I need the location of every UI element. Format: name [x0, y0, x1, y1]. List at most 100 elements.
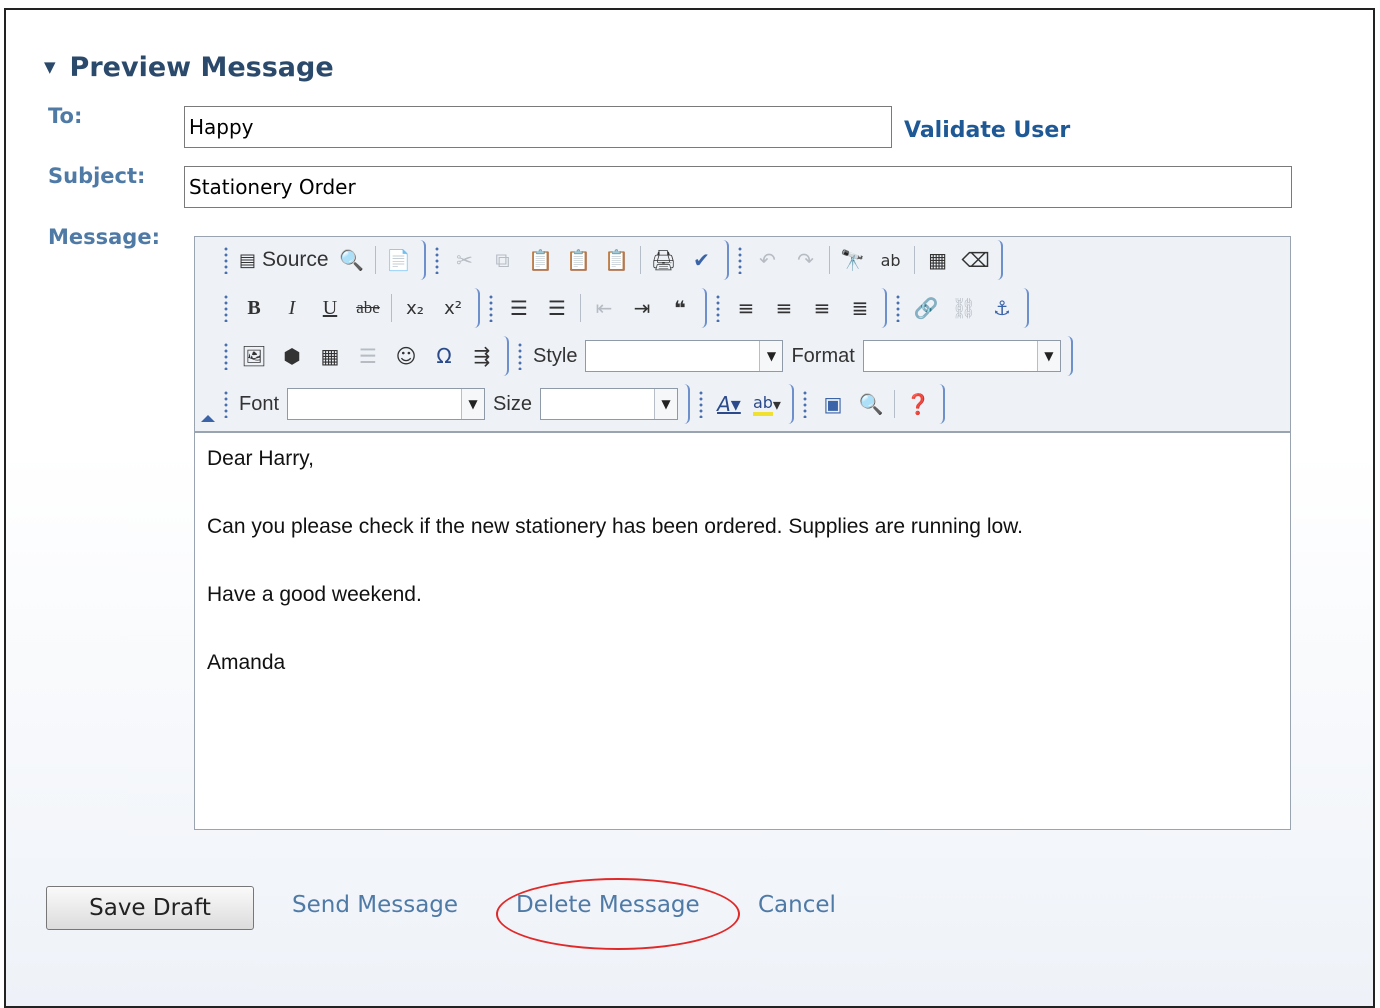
redo-icon[interactable]: ↷ [787, 244, 825, 276]
subscript-button[interactable]: x₂ [396, 292, 434, 324]
grip-icon[interactable] [223, 294, 229, 322]
paste-text-icon[interactable]: 📋 [560, 244, 598, 276]
to-field[interactable] [184, 106, 892, 148]
indent-icon[interactable]: ⇥ [623, 292, 661, 324]
undo-icon[interactable]: ↶ [749, 244, 787, 276]
flash-icon[interactable]: ⬢ [273, 340, 311, 372]
special-char-icon[interactable]: Ω [425, 340, 463, 372]
align-right-icon[interactable]: ≡ [803, 292, 841, 324]
horizontal-rule-icon[interactable]: ☰ [349, 340, 387, 372]
paste-word-icon[interactable]: 📋 [598, 244, 636, 276]
bold-button[interactable]: B [235, 292, 273, 324]
preview-icon[interactable]: 🔍 [333, 244, 371, 276]
templates-icon[interactable]: 📄 [380, 244, 418, 276]
spellcheck-icon[interactable]: ✔ [683, 244, 721, 276]
paste-icon[interactable]: 📋 [522, 244, 560, 276]
superscript-button[interactable]: x² [434, 292, 472, 324]
anchor-icon[interactable]: ⚓ [983, 292, 1021, 324]
collapse-toolbar-icon[interactable] [201, 415, 215, 422]
format-label: Format [791, 344, 855, 367]
grip-icon[interactable] [895, 294, 901, 322]
validate-user-link[interactable]: Validate User [904, 118, 1070, 143]
highlight-circle [496, 878, 740, 950]
select-all-icon[interactable]: ▦ [919, 244, 957, 276]
toolbar-row-4: Font ▼ Size ▼ A▾ ab ▾ ▣ 🔍 ❓ [221, 383, 951, 425]
copy-icon[interactable]: ⧉ [484, 244, 522, 276]
cancel-link[interactable]: Cancel [758, 892, 836, 918]
size-label: Size [493, 392, 532, 415]
chevron-down-icon[interactable]: ▼ [461, 389, 485, 419]
strike-button[interactable]: abe [349, 292, 387, 324]
editor-content-area[interactable]: Dear Harry, Can you please check if the … [195, 433, 1290, 829]
toolbar-group-undo: ↶ ↷ 🔭 ab ▦ ⌫ [735, 240, 1003, 280]
unlink-icon[interactable]: ⛓ [945, 292, 983, 324]
grip-icon[interactable] [433, 246, 440, 274]
help-icon[interactable]: ❓ [899, 388, 937, 420]
background-color-icon[interactable]: ab ▾ [748, 388, 786, 420]
grip-icon[interactable] [715, 294, 721, 322]
message-panel: ▼ Preview Message To: Validate User Subje… [4, 8, 1375, 1008]
grip-icon[interactable] [223, 390, 229, 418]
message-label: Message: [48, 225, 160, 249]
toolbar-group-colors: A▾ ab ▾ [696, 384, 794, 424]
page-break-icon[interactable]: ⇶ [463, 340, 501, 372]
image-icon[interactable]: 🖼 [235, 340, 273, 372]
show-blocks-icon[interactable]: 🔍 [852, 388, 890, 420]
source-button[interactable]: ▤ Source [235, 244, 333, 276]
message-line: Have a good weekend. [207, 583, 422, 606]
table-icon[interactable]: ▦ [311, 340, 349, 372]
toolbar-separator [893, 390, 895, 418]
smiley-icon[interactable]: ☺ [387, 340, 425, 372]
toolbar-group-align: ≡ ≡ ≡ ≣ [713, 288, 887, 328]
cut-icon[interactable]: ✂ [446, 244, 484, 276]
chevron-down-icon[interactable]: ▼ [653, 389, 677, 419]
toolbar-row-1: ▤ Source 🔍 📄 ✂ ⧉ 📋 📋 📋 🖨 ✔ ↶ ↷ 🔭 ab ▦ ⌫ [221, 239, 1009, 281]
text-color-icon[interactable]: A▾ [710, 388, 748, 420]
size-select[interactable]: ▼ [539, 388, 678, 420]
replace-icon[interactable]: ab [872, 244, 910, 276]
bulleted-list-icon[interactable]: ☰ [538, 292, 576, 324]
chevron-down-icon[interactable]: ▼ [1036, 341, 1060, 371]
print-icon[interactable]: 🖨 [645, 244, 683, 276]
source-icon: ▤ [239, 249, 257, 271]
chevron-down-icon[interactable]: ▼ [759, 341, 783, 371]
message-line: Dear Harry, [207, 447, 314, 470]
grip-icon[interactable] [736, 246, 743, 274]
toolbar-separator [374, 246, 376, 274]
toolbar-separator [580, 294, 581, 322]
remove-format-icon[interactable]: ⌫ [957, 244, 995, 276]
align-justify-icon[interactable]: ≣ [841, 292, 879, 324]
grip-icon[interactable] [801, 390, 808, 418]
save-draft-button[interactable]: Save Draft [46, 886, 254, 930]
font-select[interactable]: ▼ [287, 388, 486, 420]
subject-label: Subject: [48, 164, 146, 188]
toolbar-separator [639, 246, 641, 274]
grip-icon[interactable] [488, 294, 494, 322]
subject-field[interactable] [184, 166, 1292, 208]
toolbar-row-2: B I U abe x₂ x² ☰ ☰ ⇤ ⇥ ❝ ≡ ≡ ≡ ≣ 🔗 ⛓ ⚓ [221, 287, 1035, 329]
find-icon[interactable]: 🔭 [834, 244, 872, 276]
underline-button[interactable]: U [311, 292, 349, 324]
align-left-icon[interactable]: ≡ [727, 292, 765, 324]
message-line: Amanda [207, 651, 286, 674]
toolbar-group-styles: Style ▼ Format ▼ [515, 336, 1073, 376]
grip-icon[interactable] [223, 246, 229, 274]
blockquote-icon[interactable]: ❝ [661, 292, 699, 324]
triangle-down-icon[interactable]: ▼ [44, 58, 56, 76]
format-select[interactable]: ▼ [862, 340, 1061, 372]
grip-icon[interactable] [517, 342, 523, 370]
link-icon[interactable]: 🔗 [907, 292, 945, 324]
style-select[interactable]: ▼ [585, 340, 784, 372]
italic-button[interactable]: I [273, 292, 311, 324]
editor-toolbar: ▤ Source 🔍 📄 ✂ ⧉ 📋 📋 📋 🖨 ✔ ↶ ↷ 🔭 ab ▦ ⌫ … [195, 237, 1290, 433]
toolbar-group-basic: B I U abe x₂ x² [221, 288, 480, 328]
align-center-icon[interactable]: ≡ [765, 292, 803, 324]
section-header[interactable]: ▼ Preview Message [44, 52, 334, 83]
maximize-icon[interactable]: ▣ [814, 388, 852, 420]
numbered-list-icon[interactable]: ☰ [500, 292, 538, 324]
grip-icon[interactable] [697, 390, 704, 418]
grip-icon[interactable] [223, 342, 229, 370]
send-message-link[interactable]: Send Message [292, 892, 458, 918]
toolbar-separator [391, 294, 392, 322]
outdent-icon[interactable]: ⇤ [585, 292, 623, 324]
